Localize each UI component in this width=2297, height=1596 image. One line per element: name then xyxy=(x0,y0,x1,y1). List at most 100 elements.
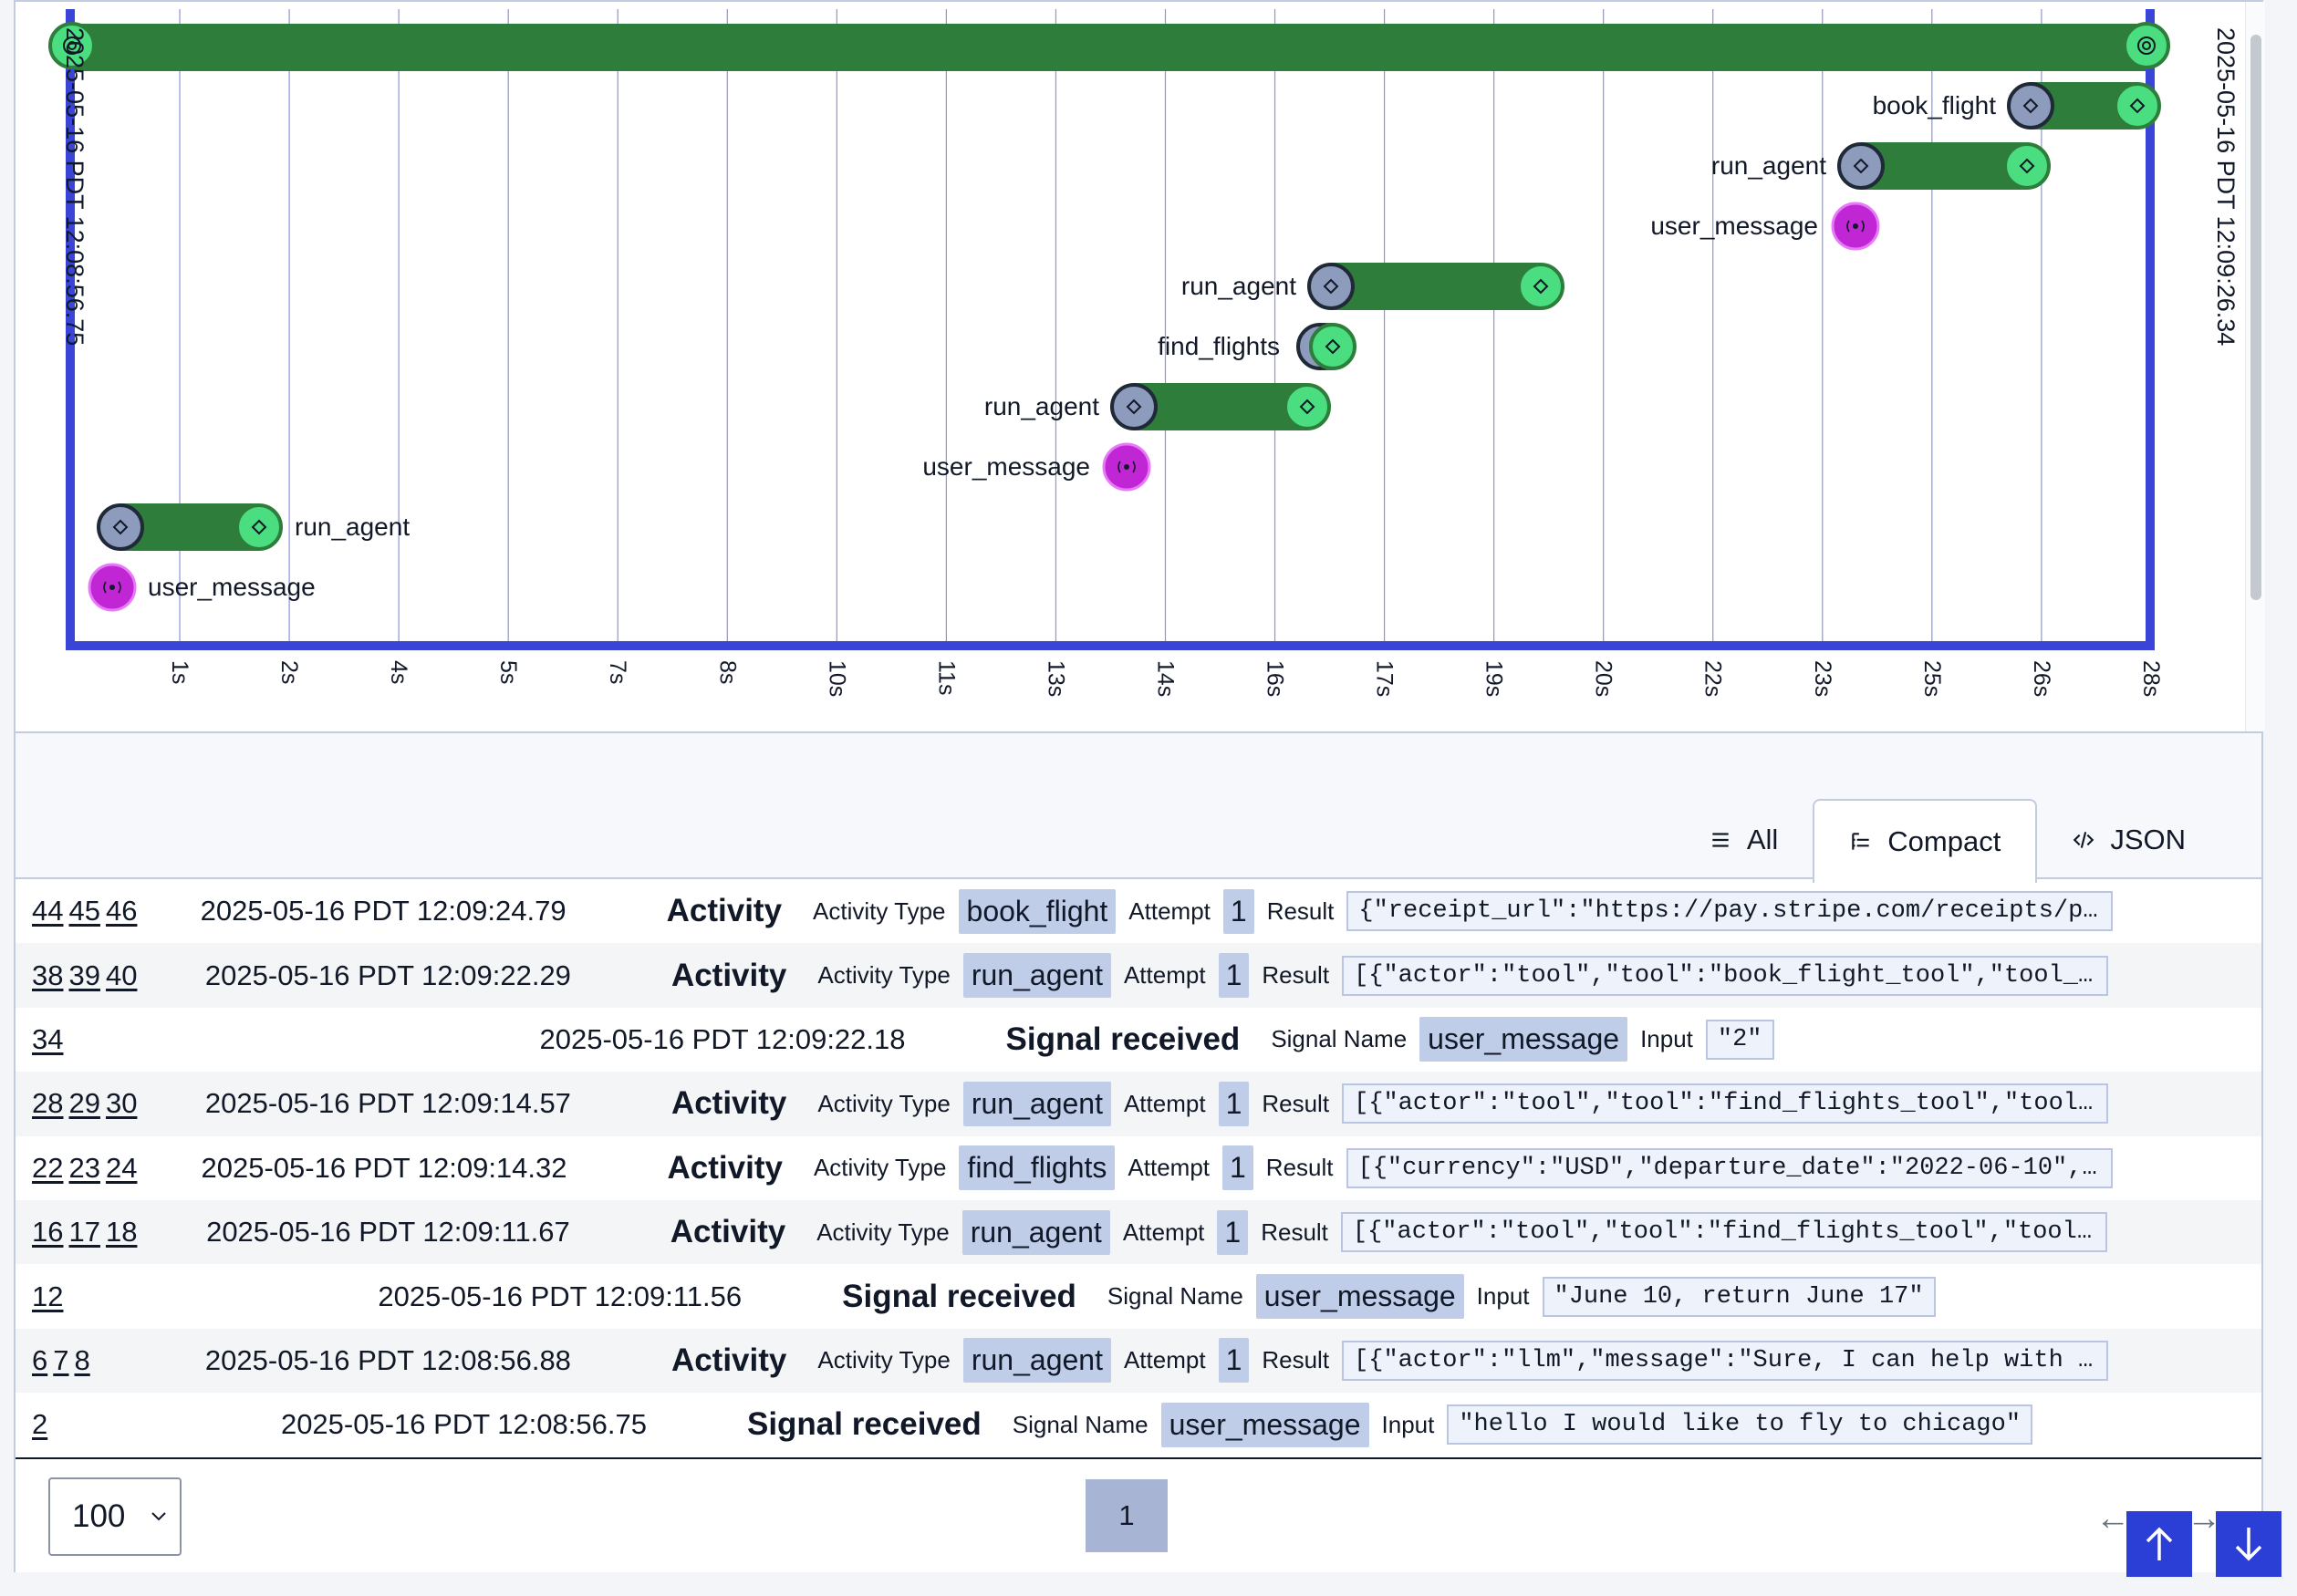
lane-find-flights-end-node xyxy=(1309,323,1356,370)
timeline-end-label: 2025-05-16 PDT 12:09:26.34 xyxy=(2212,27,2240,347)
tab-compact[interactable]: Compact xyxy=(1813,799,2038,883)
lane-run-agent-3-end-node xyxy=(2003,142,2051,190)
timeline-lane-label[interactable]: find_flights xyxy=(1158,334,1280,359)
tab-json[interactable]: JSON xyxy=(2037,799,2220,881)
lane-run-agent-0-end-node xyxy=(235,503,283,551)
event-timestamp: 2025-05-16 PDT 12:09:14.57 xyxy=(204,1087,571,1120)
event-type: Signal received xyxy=(746,1406,982,1443)
field-label: Activity Type xyxy=(817,1346,951,1374)
table-row[interactable]: 16 17 18 2025-05-16 PDT 12:09:11.67 Activi… xyxy=(16,1199,2261,1265)
event-timestamp: 2025-05-16 PDT 12:09:24.79 xyxy=(200,895,566,928)
event-history-panel: 1s 2s 4s 5s 7s 8s 10s 11s 13s 14s 16s 17s 19s 20s 22s 2… xyxy=(14,0,2265,1572)
timeline-scrollbar-thumb[interactable] xyxy=(2250,35,2261,600)
tab-all[interactable]: All xyxy=(1674,799,1813,881)
attempt-chip: 1 xyxy=(1218,1338,1250,1384)
timeline-view: 1s 2s 4s 5s 7s 8s 10s 11s 13s 14s 16s 17s 19s 20s 22s 2… xyxy=(16,2,2243,731)
timeline-scrollbar[interactable] xyxy=(2245,2,2265,731)
view-tabs: All Compact JSON xyxy=(1674,799,2220,883)
chevron-down-icon xyxy=(151,1512,167,1521)
field-label: Attempt xyxy=(1123,961,1206,990)
timeline-lane-label[interactable]: user_message xyxy=(1650,213,1818,239)
tick-label: 23s xyxy=(1810,660,1835,697)
timeline-lane-label[interactable]: run_agent xyxy=(984,394,1099,420)
page-size-value: 100 xyxy=(72,1498,126,1534)
event-timestamp: 2025-05-16 PDT 12:09:14.32 xyxy=(201,1151,567,1184)
page-number-label: 1 xyxy=(1118,1499,1135,1531)
tick-label: 1s xyxy=(167,660,192,684)
table-row[interactable]: 28 29 30 2025-05-16 PDT 12:09:14.57 Activi… xyxy=(16,1072,2261,1136)
payload-preview[interactable]: [{"actor":"tool","tool":"find_flights_to… xyxy=(1342,1083,2109,1124)
field-label: Activity Type xyxy=(813,896,946,925)
tick-label: 26s xyxy=(2029,660,2054,697)
tab-compact-label: Compact xyxy=(1887,825,2001,857)
event-detail: 2025-05-16 PDT 12:08:56.75 Signal receiv… xyxy=(16,1393,2261,1456)
payload-preview[interactable]: "hello I would like to fly to chicago" xyxy=(1447,1404,2033,1446)
event-detail: 2025-05-16 PDT 12:09:14.57 Activity Acti… xyxy=(16,1072,2261,1135)
table-row[interactable]: 2 2025-05-16 PDT 12:08:56.75 Signal rece… xyxy=(16,1393,2261,1456)
payload-preview[interactable]: [{"currency":"USD","departure_date":"202… xyxy=(1346,1147,2113,1188)
tick-label: 14s xyxy=(1152,660,1178,697)
payload-preview[interactable]: "2" xyxy=(1705,1019,1774,1060)
event-detail: 2025-05-16 PDT 12:09:22.29 Activity Acti… xyxy=(16,943,2261,1007)
page-size-select[interactable]: 100 xyxy=(48,1477,182,1556)
timeline-lane-label[interactable]: book_flight xyxy=(1873,93,1996,119)
tick-label: 17s xyxy=(1372,660,1398,697)
scroll-to-bottom-button[interactable] xyxy=(2216,1511,2281,1577)
event-type: Activity xyxy=(670,957,787,993)
attempt-chip: 1 xyxy=(1222,888,1254,934)
timeline-lane-label[interactable]: run_agent xyxy=(1181,274,1296,299)
signal-icon xyxy=(109,585,115,590)
table-row[interactable]: 44 45 46 2025-05-16 PDT 12:09:24.79 Activi… xyxy=(16,879,2261,943)
table-row[interactable]: 678 2025-05-16 PDT 12:08:56.88 Activity … xyxy=(16,1328,2261,1394)
attempt-chip: 1 xyxy=(1218,1081,1250,1126)
lane-run-agent-1-end-node xyxy=(1284,383,1331,430)
scroll-to-top-button[interactable] xyxy=(2126,1511,2192,1577)
tick-label: 22s xyxy=(1700,660,1726,697)
table-row[interactable]: 38 39 40 2025-05-16 PDT 12:09:22.29 Activi… xyxy=(16,943,2261,1008)
lane-run-agent-1-start-node xyxy=(1110,383,1158,430)
table-row[interactable]: 12 2025-05-16 PDT 12:09:11.56 Signal rec… xyxy=(16,1264,2261,1328)
payload-preview[interactable]: [{"actor":"tool","tool":"find_flights_to… xyxy=(1340,1212,2107,1253)
lane-run-agent-3-bar xyxy=(1861,142,2027,190)
event-timestamp: 2025-05-16 PDT 12:08:56.88 xyxy=(204,1343,571,1376)
field-label: Signal Name xyxy=(1012,1410,1148,1438)
field-value-chip: run_agent xyxy=(961,1209,1110,1255)
lane-run-agent-2-start-node xyxy=(1307,263,1355,310)
timeline-lane-label[interactable]: run_agent xyxy=(1711,153,1826,179)
field-label: Activity Type xyxy=(817,961,951,990)
tab-json-label: JSON xyxy=(2110,824,2186,855)
signal-icon xyxy=(1124,464,1129,470)
field-value-chip: user_message xyxy=(1419,1017,1628,1062)
workflow-end-node xyxy=(2123,22,2170,69)
payload-preview[interactable]: "June 10, return June 17" xyxy=(1542,1276,1936,1317)
table-row[interactable]: 22 23 24 2025-05-16 PDT 12:09:14.32 Activi… xyxy=(16,1136,2261,1200)
event-timestamp: 2025-05-16 PDT 12:09:22.18 xyxy=(539,1022,906,1055)
tick-label: 20s xyxy=(1591,660,1616,697)
tick-label: 4s xyxy=(386,660,411,684)
field-label: Attempt xyxy=(1123,1089,1206,1117)
tick-label: 5s xyxy=(495,660,521,684)
payload-preview[interactable]: [{"actor":"tool","tool":"book_flight_too… xyxy=(1342,955,2109,996)
tick-label: 11s xyxy=(933,660,959,695)
page-number-button[interactable]: 1 xyxy=(1086,1479,1168,1552)
timeline-lane-label[interactable]: run_agent xyxy=(295,514,410,540)
code-icon xyxy=(2074,832,2094,848)
field-label: Signal Name xyxy=(1107,1282,1243,1311)
payload-preview[interactable]: {"receipt_url":"https://pay.stripe.com/r… xyxy=(1346,891,2114,932)
tick-label: 13s xyxy=(1043,660,1068,697)
event-type: Activity xyxy=(670,1342,787,1378)
event-detail: 2025-05-16 PDT 12:09:11.67 Activity Acti… xyxy=(16,1200,2261,1264)
arrow-down-icon xyxy=(2235,1528,2262,1561)
lane-book-flight-end-node xyxy=(2114,82,2161,130)
payload-preview[interactable]: [{"actor":"llm","message":"Sure, I can h… xyxy=(1342,1340,2109,1381)
timeline-lane-label[interactable]: user_message xyxy=(922,454,1090,480)
event-type: Activity xyxy=(667,1149,783,1186)
field-label: Attempt xyxy=(1128,896,1211,925)
field-value-chip: user_message xyxy=(1160,1402,1369,1447)
tick-label: 28s xyxy=(2138,660,2164,697)
event-type: Signal received xyxy=(842,1278,1076,1314)
table-row[interactable]: 34 2025-05-16 PDT 12:09:22.18 Signal rec… xyxy=(16,1008,2261,1072)
previous-page-button[interactable]: ← xyxy=(2095,1499,2130,1539)
tick-label: 19s xyxy=(1481,660,1507,697)
timeline-lane-label[interactable]: user_message xyxy=(148,575,316,600)
